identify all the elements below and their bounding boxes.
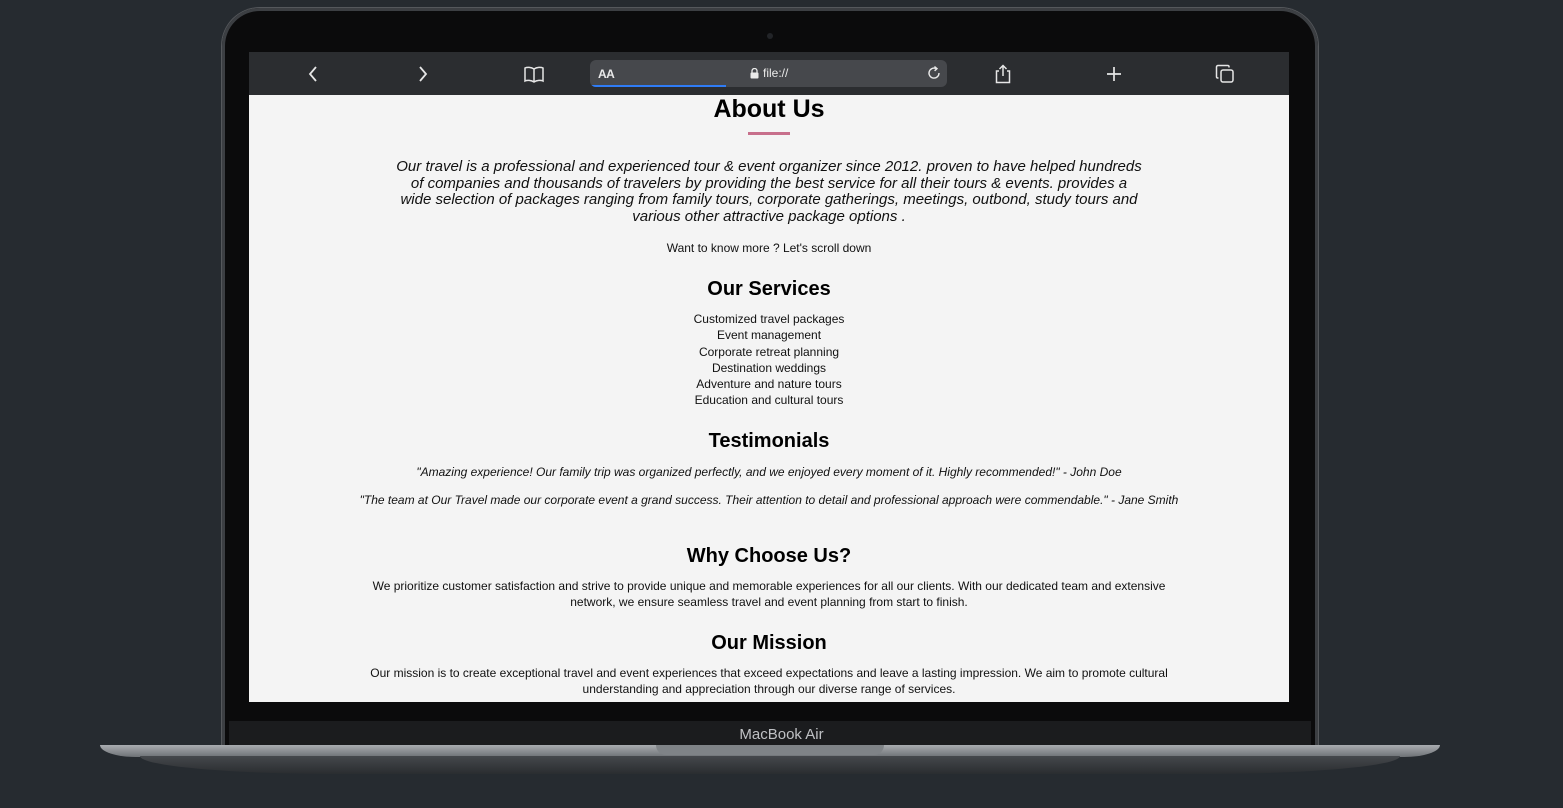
service-item: Education and cultural tours [694,393,844,408]
device-brand-label: MacBook Air [739,726,824,743]
tabs-icon[interactable] [1213,62,1237,86]
forward-icon[interactable] [411,62,435,86]
page-load-progress [590,85,726,87]
service-item: Event management [716,328,822,343]
why-text: We prioritize customer satisfaction and … [372,579,1166,609]
lock-icon [750,67,759,78]
address-bar[interactable]: AA file:// [590,60,947,87]
services-title: Our Services [707,278,831,300]
camera-icon [767,33,773,39]
testimonial-quote: "The team at Our Travel made our corpora… [359,493,1179,507]
mission-title: Our Mission [711,632,827,654]
text-size-button[interactable]: AA [598,67,615,81]
bookmarks-icon[interactable] [522,62,546,86]
service-item: Destination weddings [711,360,827,375]
service-item: Corporate retreat planning [698,344,840,359]
laptop-base-shadow [140,756,1400,774]
laptop-notch [656,745,884,755]
mission-text: Our mission is to create exceptional tra… [370,666,1168,696]
about-intro: Our travel is a professional and experie… [396,158,1142,225]
share-icon[interactable] [991,62,1015,86]
service-item: Adventure and nature tours [696,377,842,392]
page-content: About Us Our travel is a professional an… [249,95,1289,702]
browser-toolbar: AA file:// [249,52,1289,95]
address-url: file:// [750,66,788,80]
service-item: Customized travel packages [693,312,845,326]
about-title: About Us [713,95,825,123]
reload-icon[interactable] [926,65,942,86]
scroll-hint: Want to know more ? Let's scroll down [666,241,872,255]
testimonial-quote: "Amazing experience! Our family trip was… [416,465,1122,479]
testimonials-title: Testimonials [708,430,830,452]
url-text: file:// [763,66,789,80]
back-icon[interactable] [301,62,325,86]
why-title: Why Choose Us? [686,545,852,567]
new-tab-icon[interactable] [1102,62,1126,86]
services-list: Customized travel packages Event managem… [249,311,1289,409]
title-underline [748,132,790,135]
browser-screen: AA file:// About Us Our travel is a prof… [249,52,1289,702]
